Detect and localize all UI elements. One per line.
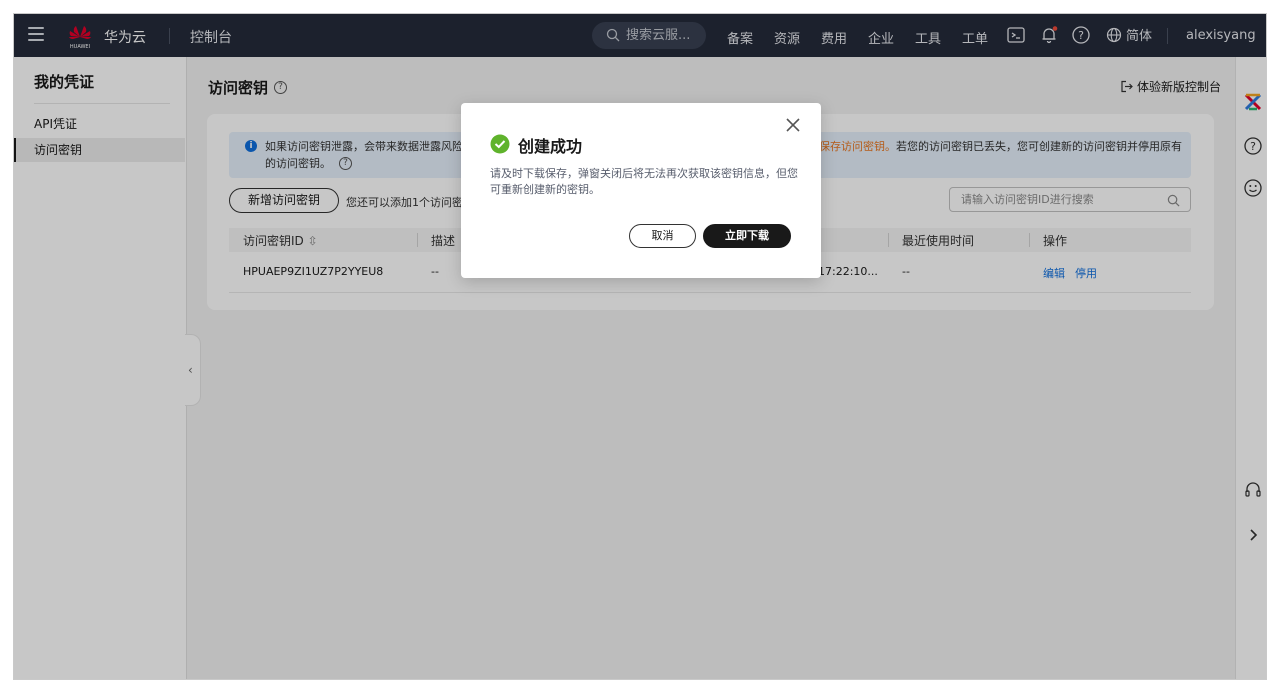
dialog-title: 创建成功 <box>518 137 583 156</box>
console-window: HUAWEI 华为云 控制台 搜索云服... 备案 资源 费用 企业 工具 工单… <box>13 13 1267 680</box>
success-check-icon <box>490 134 510 154</box>
download-now-button[interactable]: 立即下载 <box>703 224 791 248</box>
dialog-message: 请及时下载保存，弹窗关闭后将无法再次获取该密钥信息，但您可重新创建新的密钥。 <box>490 167 798 196</box>
cancel-button[interactable]: 取消 <box>629 224 696 248</box>
create-success-dialog: 创建成功 请及时下载保存，弹窗关闭后将无法再次获取该密钥信息，但您可重新创建新的… <box>461 103 821 278</box>
close-icon[interactable] <box>785 117 801 133</box>
